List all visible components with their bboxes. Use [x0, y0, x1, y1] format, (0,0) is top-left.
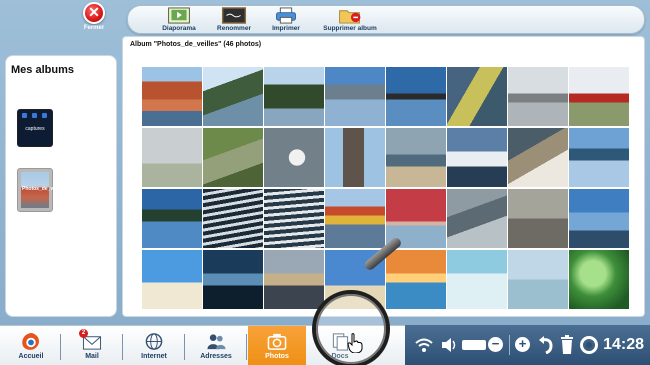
taskbar-contacts[interactable]: Adresses	[194, 326, 238, 365]
photo-thumbnail[interactable]	[264, 250, 324, 309]
system-tray: − + 14:28	[405, 325, 650, 365]
photo-thumbnail[interactable]	[142, 67, 202, 126]
photo-thumbnail[interactable]	[508, 189, 568, 248]
photo-thumbnail[interactable]	[508, 250, 568, 309]
album-header: Album "Photos_de_veilles" (46 photos)	[130, 41, 262, 48]
slideshow-label: Diaporama	[162, 25, 196, 32]
delete-folder-icon	[339, 10, 361, 24]
volume-down-icon[interactable]: −	[488, 337, 503, 352]
album-captures[interactable]: captures	[17, 109, 53, 147]
album-captures-label: captures	[25, 126, 45, 132]
photo-thumbnail[interactable]	[386, 250, 446, 309]
close-area[interactable]: ✕ Fermer	[72, 2, 116, 36]
taskbar-photos[interactable]: Photos	[248, 326, 306, 365]
taskbar-photos-label: Photos	[265, 353, 289, 360]
photo-thumbnail[interactable]	[386, 67, 446, 126]
home-logo-icon	[22, 332, 39, 350]
undo-arrow-icon[interactable]	[538, 336, 554, 354]
photo-thumbnail[interactable]	[569, 67, 629, 126]
rename-board-icon	[221, 7, 247, 24]
album-photos-label: Photos_de_veil	[22, 186, 59, 192]
photo-thumbnail[interactable]	[508, 128, 568, 187]
photo-thumbnail[interactable]	[447, 250, 507, 309]
close-icon[interactable]: ✕	[83, 2, 105, 24]
slideshow-icon	[168, 7, 190, 24]
taskbar-separator	[122, 334, 123, 360]
rename-button[interactable]: Renommer	[210, 7, 258, 32]
taskbar-home[interactable]: Accueil	[9, 326, 53, 365]
delete-album-button[interactable]: Supprimer album	[318, 7, 382, 32]
contacts-icon	[207, 334, 226, 350]
photo-grid	[142, 67, 630, 309]
magnifier-icon	[312, 290, 390, 365]
tray-separator	[509, 335, 510, 355]
pointer-hand-icon	[347, 333, 363, 353]
print-label: Imprimer	[272, 25, 300, 32]
globe-icon	[145, 333, 163, 350]
photo-thumbnail[interactable]	[203, 189, 263, 248]
printer-icon	[276, 7, 296, 24]
taskbar-mail[interactable]: 2 Mail	[70, 326, 114, 365]
volume-icon[interactable]	[441, 337, 457, 353]
taskbar-internet[interactable]: Internet	[132, 326, 176, 365]
taskbar-contacts-label: Adresses	[200, 353, 232, 360]
photo-thumbnail[interactable]	[142, 189, 202, 248]
taskbar-separator	[246, 334, 247, 360]
volume-bar[interactable]	[462, 340, 486, 350]
photo-thumbnail[interactable]	[264, 189, 324, 248]
help-lifebuoy-icon[interactable]	[580, 336, 598, 354]
taskbar-separator	[184, 334, 185, 360]
photo-thumbnail[interactable]	[325, 128, 385, 187]
rename-label: Renommer	[217, 25, 251, 32]
albums-title: Mes albums	[11, 64, 74, 76]
photo-thumbnail[interactable]	[447, 67, 507, 126]
photo-thumbnail[interactable]	[569, 250, 629, 309]
photo-thumbnail[interactable]	[325, 67, 385, 126]
taskbar-separator	[60, 334, 61, 360]
slideshow-button[interactable]: Diaporama	[155, 7, 203, 32]
delete-album-label: Supprimer album	[323, 25, 377, 32]
toolbar: Diaporama Renommer Imprimer Supprimer al…	[127, 5, 645, 34]
photo-thumbnail[interactable]	[203, 250, 263, 309]
photo-thumbnail[interactable]	[508, 67, 568, 126]
album-panel: Album "Photos_de_veilles" (46 photos)	[122, 36, 645, 317]
album-photos-de-veilles[interactable]: Photos_de_veil	[17, 168, 59, 212]
photo-thumbnail[interactable]	[569, 128, 629, 187]
clock: 14:28	[603, 336, 644, 353]
trash-icon[interactable]	[560, 335, 574, 354]
photo-thumbnail[interactable]	[203, 128, 263, 187]
photo-thumbnail[interactable]	[264, 67, 324, 126]
taskbar-mail-label: Mail	[85, 353, 99, 360]
albums-panel: Mes albums captures Photos_de_veil	[5, 55, 117, 317]
mail-badge: 2	[79, 329, 88, 338]
wifi-icon[interactable]	[414, 337, 434, 353]
photo-thumbnail[interactable]	[325, 189, 385, 248]
photo-thumbnail[interactable]	[386, 128, 446, 187]
photo-thumbnail[interactable]	[203, 67, 263, 126]
camera-icon	[267, 333, 287, 350]
zoom-in-icon[interactable]: +	[515, 337, 530, 352]
taskbar-home-label: Accueil	[18, 353, 44, 360]
photo-thumbnail[interactable]	[142, 250, 202, 309]
photo-thumbnail[interactable]	[447, 189, 507, 248]
taskbar-internet-label: Internet	[141, 353, 167, 360]
close-label: Fermer	[83, 25, 105, 31]
photo-thumbnail[interactable]	[142, 128, 202, 187]
photo-thumbnail[interactable]	[569, 189, 629, 248]
print-button[interactable]: Imprimer	[264, 7, 308, 32]
photo-thumbnail[interactable]	[264, 128, 324, 187]
photo-thumbnail[interactable]	[447, 128, 507, 187]
